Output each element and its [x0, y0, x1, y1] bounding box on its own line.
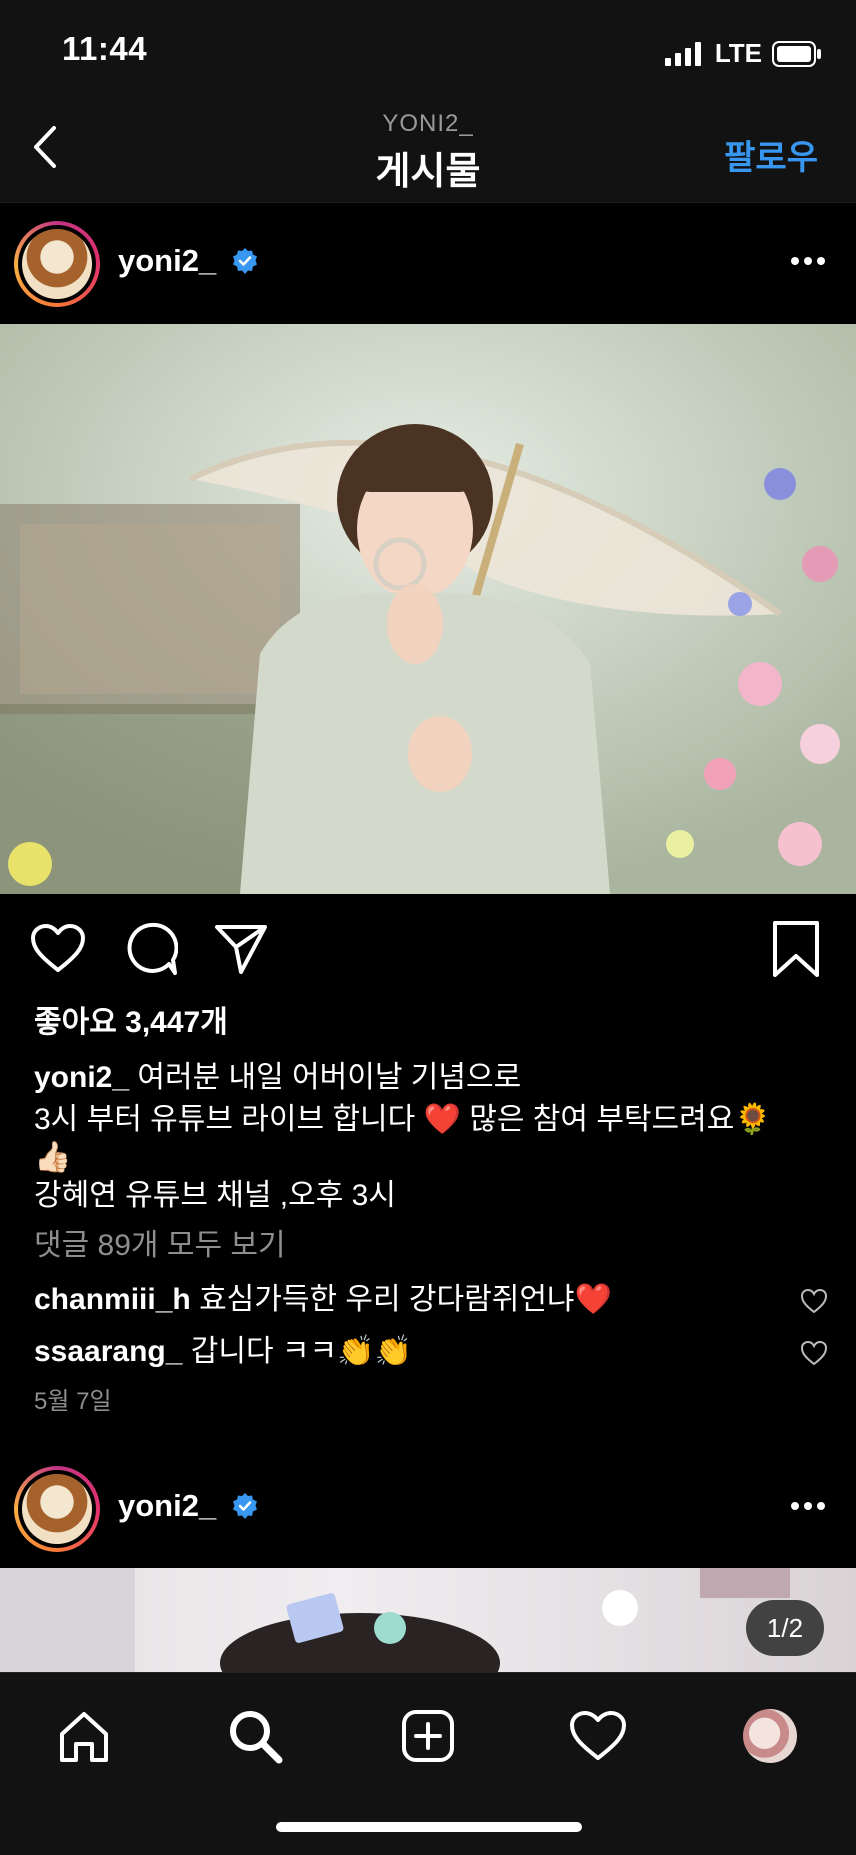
post-image[interactable]	[0, 324, 856, 894]
caption-text-line3: 👍🏻	[34, 1141, 72, 1174]
heart-icon[interactable]	[30, 924, 86, 974]
battery-icon	[772, 40, 821, 67]
home-icon	[60, 1712, 108, 1762]
post-username[interactable]: yoni2_	[118, 1488, 216, 1524]
caption-text-line4: 강혜연 유튜브 채널 ,오후 3시	[34, 1179, 396, 1212]
carousel-page-indicator: 1/2	[746, 1600, 824, 1656]
post-date: 5월 7일	[34, 1388, 112, 1415]
post-username[interactable]: yoni2_	[118, 243, 216, 279]
bookmark-icon[interactable]	[772, 920, 820, 978]
caption-text-line2: 3시 부터 유튜브 라이브 합니다 ❤️ 많은 참여 부탁드려요🌻	[34, 1103, 772, 1136]
post-photo	[0, 1568, 790, 1672]
caption-line: yoni2_ 여러분 내일 어버이날 기념으로	[34, 1058, 521, 1098]
comment-username[interactable]: chanmiii_h	[34, 1283, 191, 1316]
status-indicators: LTE	[664, 38, 822, 69]
post-header: yoni2_	[0, 1448, 856, 1568]
heart-icon	[570, 1711, 626, 1760]
tab-activity[interactable]	[563, 1701, 633, 1771]
caption-text: 여러분 내일 어버이날 기념으로	[137, 1061, 522, 1094]
post-photo	[0, 324, 856, 894]
view-all-comments-link[interactable]: 댓글 89개 모두 보기	[34, 1226, 286, 1266]
heart-icon[interactable]	[800, 1340, 828, 1366]
tab-search[interactable]	[220, 1701, 290, 1771]
network-type: LTE	[714, 38, 762, 68]
comment-row: chanmiii_h 효심가득한 우리 강다람쥐언냐❤️	[34, 1280, 612, 1320]
plus-square-icon	[402, 1710, 454, 1762]
comment-username[interactable]: ssaarang_	[34, 1335, 182, 1368]
comment-row: ssaarang_ 갑니다 ㅋㅋ👏👏	[34, 1332, 412, 1372]
tab-profile[interactable]	[735, 1701, 805, 1771]
heart-icon[interactable]	[800, 1288, 828, 1314]
verified-badge-icon	[233, 1493, 257, 1519]
avatar[interactable]	[14, 1466, 100, 1552]
comment-icon[interactable]	[124, 922, 178, 976]
caption-username[interactable]: yoni2_	[34, 1061, 129, 1094]
post-header: yoni2_	[0, 203, 856, 323]
avatar	[743, 1709, 797, 1763]
signal-icon	[664, 41, 701, 66]
search-icon	[230, 1711, 283, 1764]
avatar[interactable]	[14, 221, 100, 307]
paper-plane-icon[interactable]	[214, 922, 268, 976]
more-horizontal-icon[interactable]	[790, 1500, 826, 1512]
verified-badge-icon	[233, 248, 257, 274]
more-horizontal-icon[interactable]	[790, 255, 826, 267]
tab-home[interactable]	[49, 1701, 119, 1771]
comment-text: 갑니다 ㅋㅋ👏👏	[190, 1335, 412, 1368]
comment-text: 효심가득한 우리 강다람쥐언냐❤️	[199, 1283, 612, 1316]
status-bar: 11:44 LTE	[0, 0, 856, 100]
nav-header: YONI2_ 게시물 팔로우	[0, 100, 856, 203]
post-image[interactable]	[0, 1568, 856, 1672]
status-time: 11:44	[62, 30, 148, 67]
likes-count[interactable]: 좋아요 3,447개	[34, 1003, 228, 1043]
follow-button[interactable]: 팔로우	[724, 130, 818, 179]
tab-create[interactable]	[393, 1701, 463, 1771]
home-indicator	[276, 1822, 582, 1832]
action-bar	[0, 906, 856, 990]
